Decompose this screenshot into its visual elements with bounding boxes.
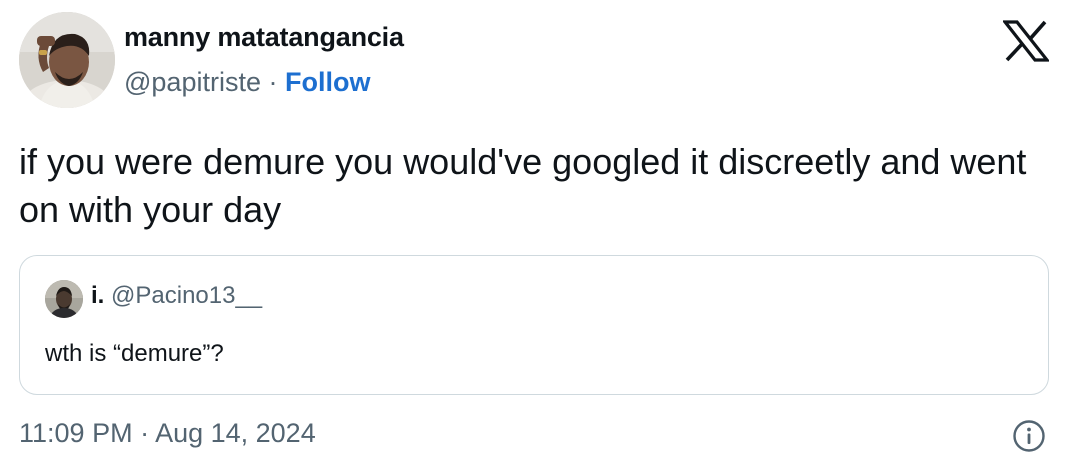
author-handle-row: @papitriste · Follow [124, 67, 370, 98]
quoted-tweet-text: wth is “demure”? [45, 340, 224, 367]
tweet-timestamp[interactable]: 11:09 PM · Aug 14, 2024 [19, 418, 316, 449]
info-icon[interactable] [1012, 419, 1046, 453]
handle-separator: · [268, 67, 278, 97]
author-name[interactable]: manny matatangancia [124, 22, 404, 53]
tweet-text: if you were demure you would've googled … [19, 141, 1027, 230]
quoted-author-handle[interactable]: @Pacino13__ [111, 282, 262, 309]
quoted-header: i. @Pacino13__ [91, 282, 262, 310]
quoted-author-name[interactable]: i. [91, 282, 104, 309]
author-avatar[interactable] [19, 12, 115, 108]
author-handle[interactable]: @papitriste [124, 67, 261, 97]
follow-button[interactable]: Follow [285, 67, 370, 97]
tweet-card: manny matatangancia @papitriste · Follow… [0, 0, 1088, 472]
quoted-tweet[interactable]: i. @Pacino13__ wth is “demure”? [19, 255, 1049, 395]
x-logo-icon[interactable] [1001, 20, 1051, 62]
quoted-author-avatar[interactable] [45, 280, 83, 318]
